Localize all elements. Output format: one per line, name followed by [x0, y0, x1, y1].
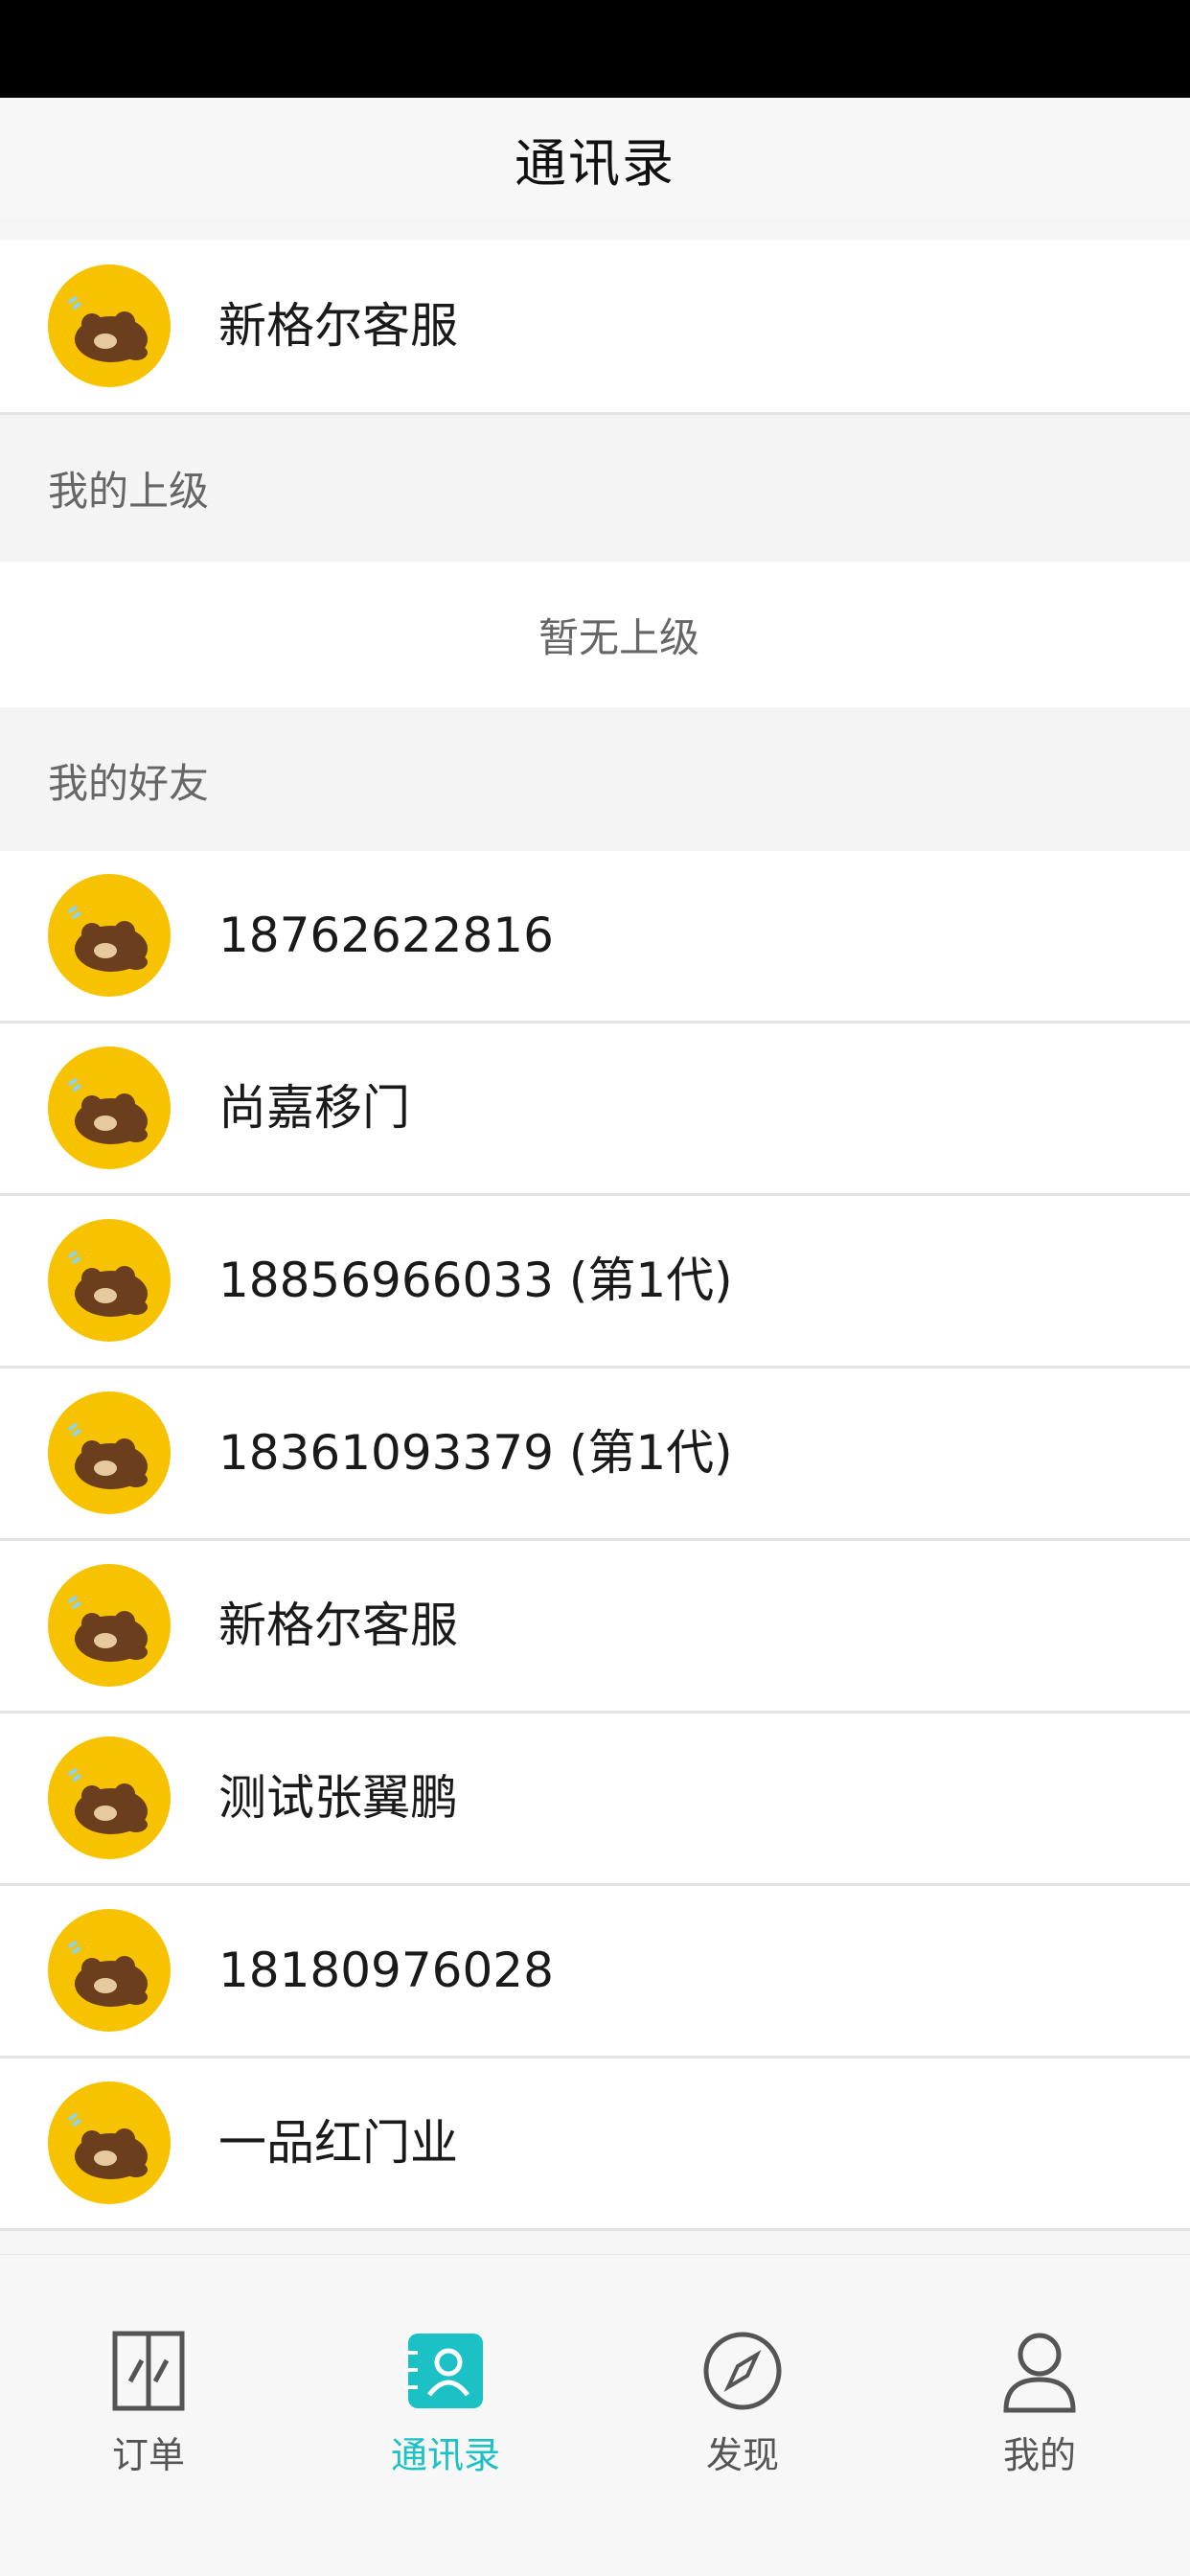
contact-name: 尚嘉移门: [218, 1080, 410, 1136]
divider: [0, 2228, 1190, 2231]
superior-empty-row: 暂无上级: [0, 562, 1190, 707]
bear-avatar-icon: [48, 1564, 171, 1687]
friend-row[interactable]: 一品红门业: [0, 2058, 1190, 2228]
section-header-friends: 我的好友: [0, 707, 1190, 851]
contact-name: 一品红门业: [218, 2115, 458, 2171]
tab-contacts[interactable]: 通讯录: [297, 2255, 594, 2504]
contact-name: 新格尔客服: [218, 298, 458, 354]
friend-row[interactable]: 18762622816: [0, 851, 1190, 1021]
bear-avatar-icon: [48, 1736, 171, 1859]
friend-row[interactable]: 18180976028: [0, 1886, 1190, 2056]
contact-name: 新格尔客服: [218, 1598, 458, 1653]
contacts-book-icon: [402, 2328, 489, 2414]
tab-label: 发现: [705, 2434, 779, 2476]
compass-icon: [699, 2328, 786, 2414]
tab-label: 订单: [111, 2434, 185, 2476]
friend-row[interactable]: 18361093379 (第1代): [0, 1368, 1190, 1538]
status-bar: [0, 0, 1190, 98]
bear-avatar-icon: [48, 1392, 171, 1514]
empty-superior-text: 暂无上级: [538, 613, 699, 661]
friend-row[interactable]: 尚嘉移门: [0, 1024, 1190, 1193]
bear-avatar-icon: [48, 1046, 171, 1169]
navigation-bar: 通讯录: [0, 98, 1190, 218]
service-contact-row[interactable]: 新格尔客服: [0, 240, 1190, 412]
section-header-superior: 我的上级: [0, 415, 1190, 562]
bear-avatar-icon: [48, 264, 171, 387]
door-icon: [105, 2328, 192, 2414]
friend-row[interactable]: 18856966033 (第1代): [0, 1196, 1190, 1366]
tab-label: 通讯录: [390, 2434, 500, 2476]
tab-orders[interactable]: 订单: [0, 2255, 297, 2504]
contact-name: 18856966033 (第1代): [218, 1253, 733, 1308]
page-title: 通讯录: [515, 132, 675, 194]
bear-avatar-icon: [48, 874, 171, 997]
contact-name: 测试张翼鹏: [218, 1770, 458, 1826]
person-icon: [996, 2328, 1083, 2414]
contact-name: 18361093379 (第1代): [218, 1425, 733, 1481]
tab-mine[interactable]: 我的: [891, 2255, 1188, 2504]
friend-row[interactable]: 新格尔客服: [0, 1541, 1190, 1711]
friend-row[interactable]: 测试张翼鹏: [0, 1714, 1190, 1883]
bottom-tab-bar: 订单 通讯录 发现 我的: [0, 2254, 1190, 2576]
contact-name: 18180976028: [218, 1943, 554, 1998]
bear-avatar-icon: [48, 2082, 171, 2204]
bear-avatar-icon: [48, 1219, 171, 1342]
contact-name: 18762622816: [218, 908, 554, 963]
section-title: 我的好友: [48, 760, 210, 807]
tab-discover[interactable]: 发现: [594, 2255, 891, 2504]
section-title: 我的上级: [48, 468, 210, 515]
bear-avatar-icon: [48, 1909, 171, 2032]
tab-label: 我的: [1002, 2434, 1076, 2476]
